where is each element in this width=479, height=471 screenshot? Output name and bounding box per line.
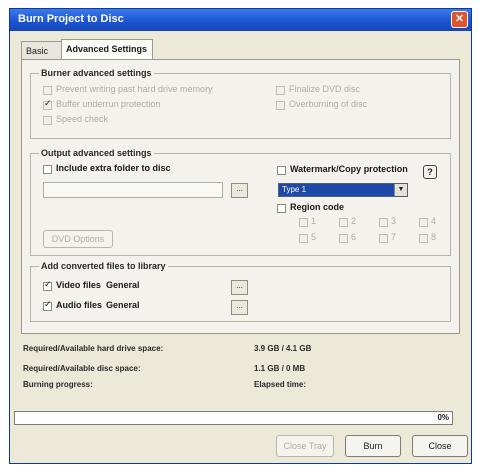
audio-browse-button[interactable]: ... xyxy=(231,300,248,315)
burn-dialog: Burn Project to Disc ✕ Basic Advanced Se… xyxy=(9,8,472,464)
region-number: 4 xyxy=(431,216,437,226)
group-legend: Output advanced settings xyxy=(39,148,154,158)
region-checkbox[interactable] xyxy=(339,234,348,243)
extra-folder-input[interactable] xyxy=(43,182,223,198)
prevent-writing-label: Prevent writing past hard drive memory xyxy=(56,84,213,94)
video-browse-button[interactable]: ... xyxy=(231,280,248,295)
chevron-down-icon[interactable]: ▼ xyxy=(394,184,407,196)
region-checkbox[interactable] xyxy=(299,218,308,227)
tab-advanced-settings[interactable]: Advanced Settings xyxy=(61,39,153,60)
video-files-label: Video files xyxy=(56,280,101,290)
region-number: 7 xyxy=(391,232,397,242)
region-number: 5 xyxy=(311,232,317,242)
watermark-checkbox[interactable] xyxy=(277,166,286,175)
prevent-writing-checkbox[interactable] xyxy=(43,86,52,95)
output-settings-group: Output advanced settings Include extra f… xyxy=(30,148,451,256)
window-title: Burn Project to Disc xyxy=(18,13,124,25)
region-number: 6 xyxy=(351,232,357,242)
screenshot-frame: Burn Project to Disc ✕ Basic Advanced Se… xyxy=(0,0,479,471)
audio-files-value: General xyxy=(106,300,140,310)
space-label: Required/Available hard drive space: xyxy=(23,344,164,353)
speed-check-label: Speed check xyxy=(56,114,109,124)
region-number: 1 xyxy=(311,216,317,226)
region-number: 8 xyxy=(431,232,437,242)
region-code-checkbox[interactable] xyxy=(277,204,286,213)
overburning-label: Overburning of disc xyxy=(289,99,368,109)
buffer-underrun-label: Buffer underrun protection xyxy=(56,99,161,109)
protection-type-value: Type 1 xyxy=(282,185,307,194)
close-button[interactable]: Close xyxy=(412,435,468,457)
include-extra-folder-checkbox[interactable] xyxy=(43,165,52,174)
progress-percent: 0% xyxy=(437,413,449,422)
region-number: 3 xyxy=(391,216,397,226)
burner-settings-group: Burner advanced settings Prevent writing… xyxy=(30,68,451,139)
buffer-underrun-checkbox[interactable] xyxy=(43,98,52,110)
space-value: 3.9 GB / 4.1 GB xyxy=(254,344,312,353)
title-bar[interactable]: Burn Project to Disc ✕ xyxy=(10,9,471,31)
overburning-checkbox[interactable] xyxy=(276,101,285,110)
finalize-disc-checkbox[interactable] xyxy=(276,86,285,95)
burning-progress-label: Burning progress: xyxy=(23,380,93,389)
dvd-options-button[interactable]: DVD Options xyxy=(43,230,113,248)
burn-progress-bar: 0% xyxy=(14,411,453,425)
video-files-value: General xyxy=(106,280,140,290)
protection-type-select[interactable]: Type 1 ▼ xyxy=(278,183,408,197)
region-checkbox[interactable] xyxy=(419,218,428,227)
audio-files-label: Audio files xyxy=(56,300,103,310)
region-checkbox[interactable] xyxy=(379,218,388,227)
audio-files-checkbox[interactable] xyxy=(43,299,52,311)
finalize-disc-label: Finalize DVD disc xyxy=(289,84,361,94)
library-group: Add converted files to library Video fil… xyxy=(30,261,451,322)
region-checkbox[interactable] xyxy=(299,234,308,243)
watermark-label: Watermark/Copy protection xyxy=(290,164,408,174)
region-checkbox[interactable] xyxy=(339,218,348,227)
close-tray-button[interactable]: Close Tray xyxy=(276,435,334,457)
video-files-checkbox[interactable] xyxy=(43,279,52,291)
close-icon[interactable]: ✕ xyxy=(451,11,468,28)
burn-button[interactable]: Burn xyxy=(345,435,401,457)
speed-check-checkbox[interactable] xyxy=(43,116,52,125)
disc-space-value: 1.1 GB / 0 MB xyxy=(254,364,306,373)
elapsed-time-label: Elapsed time: xyxy=(254,380,307,389)
group-legend: Add converted files to library xyxy=(39,261,168,271)
tab-basic[interactable]: Basic xyxy=(21,41,63,59)
region-checkbox[interactable] xyxy=(419,234,428,243)
region-number: 2 xyxy=(351,216,357,226)
group-legend: Burner advanced settings xyxy=(39,68,154,78)
region-checkbox[interactable] xyxy=(379,234,388,243)
help-icon[interactable]: ? xyxy=(423,165,437,179)
disc-space-label: Required/Available disc space: xyxy=(23,364,141,373)
browse-folder-button[interactable]: ... xyxy=(231,183,248,198)
include-extra-folder-label: Include extra folder to disc xyxy=(56,163,171,173)
region-code-label: Region code xyxy=(290,202,345,212)
